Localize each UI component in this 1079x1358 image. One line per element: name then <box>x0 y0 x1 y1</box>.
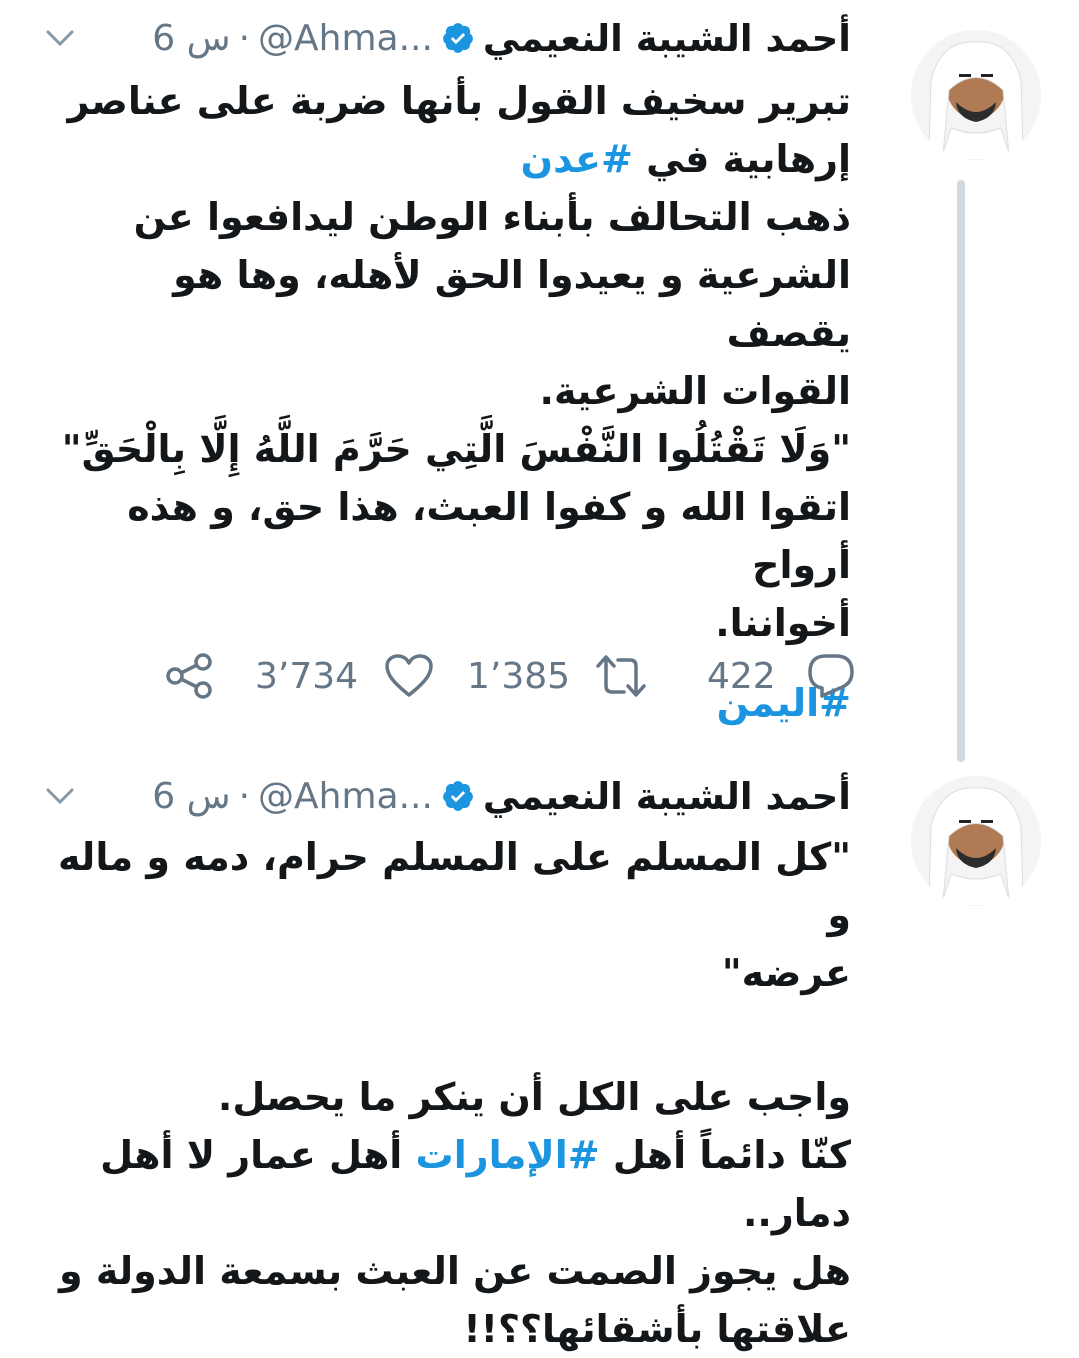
author-handle[interactable]: @Ahma... <box>258 18 433 59</box>
text-line: "وَلَا تَقْتُلُوا النَّفْسَ الَّتِي حَرَ… <box>61 427 851 471</box>
text-line: واجب على الكل أن ينكر ما يحصل. <box>217 1075 851 1119</box>
text-line: هل يجوز الصمت عن العبث بسمعة الدولة و <box>58 1249 851 1293</box>
text-line: اتقوا الله و كفوا العبث، هذا حق، و هذه أ… <box>127 485 851 587</box>
tweet-text: تبرير سخيف القول بأنها ضربة على عناصر إر… <box>36 72 851 732</box>
avatar[interactable] <box>911 776 1041 906</box>
text-fragment: إرهابية في <box>632 137 851 181</box>
author-handle[interactable]: @Ahma... <box>258 776 433 817</box>
text-line: تبرير سخيف القول بأنها ضربة على عناصر <box>67 79 851 123</box>
separator-dot: · <box>238 775 251 817</box>
reply-count: 422 <box>707 655 776 697</box>
retweet-count: 1’385 <box>467 655 571 697</box>
separator-dot: · <box>238 17 251 59</box>
hashtag-link[interactable]: #الإمارات <box>416 1133 600 1177</box>
hashtag-link[interactable]: #عدن <box>521 137 633 181</box>
tweet-header: أحمد الشيبة النعيمي @Ahma... · 6 س <box>36 8 851 68</box>
tweet-actions: 3’734 1’385 422 <box>35 648 854 704</box>
retweet-icon <box>592 652 650 700</box>
tweet-2[interactable]: أحمد الشيبة النعيمي @Ahma... · 6 س "كل ا… <box>0 760 1079 1351</box>
text-line: القوات الشرعية. <box>539 369 851 413</box>
verified-badge-icon <box>441 779 475 813</box>
share-icon <box>163 650 215 702</box>
author-name[interactable]: أحمد الشيبة النعيمي <box>483 17 851 60</box>
text-line: إرهابية في #عدن <box>36 130 851 188</box>
tweet-time[interactable]: 6 س <box>152 18 230 59</box>
tweet-time[interactable]: 6 س <box>152 776 230 817</box>
like-button[interactable]: 3’734 <box>255 653 434 699</box>
thread-line <box>957 180 965 762</box>
chevron-down-icon[interactable] <box>40 776 80 816</box>
like-count: 3’734 <box>255 655 359 697</box>
tweet-header: أحمد الشيبة النعيمي @Ahma... · 6 س <box>36 766 851 826</box>
reply-icon <box>806 652 856 700</box>
like-heart-icon <box>384 653 434 699</box>
text-line: كنّا دائماً أهل #الإمارات أهل عمار لا أه… <box>36 1126 851 1242</box>
verified-badge-icon <box>441 21 475 55</box>
text-line: أخواننا. <box>715 601 851 645</box>
avatar[interactable] <box>911 30 1041 160</box>
share-button[interactable] <box>163 650 215 702</box>
chevron-down-icon[interactable] <box>40 18 80 58</box>
text-line: ذهب التحالف بأبناء الوطن ليدافعوا عن <box>133 195 851 239</box>
author-name[interactable]: أحمد الشيبة النعيمي <box>483 775 851 818</box>
text-line: علاقتها بأشقائها؟؟!! <box>463 1307 851 1351</box>
text-line: "كل المسلم على المسلم حرام، دمه و ماله و <box>58 835 851 937</box>
text-fragment: كنّا دائماً أهل <box>599 1133 851 1177</box>
text-line: الشرعية و يعيدوا الحق لأهله، وها هو يقصف <box>173 253 851 355</box>
reply-button[interactable]: 422 <box>707 652 856 700</box>
tweet-1[interactable]: أحمد الشيبة النعيمي @Ahma... · 6 س تبرير… <box>0 0 1079 762</box>
text-line: عرضه" <box>721 951 851 995</box>
tweet-text: "كل المسلم على المسلم حرام، دمه و ماله و… <box>36 828 851 1358</box>
retweet-button[interactable]: 1’385 <box>467 652 650 700</box>
